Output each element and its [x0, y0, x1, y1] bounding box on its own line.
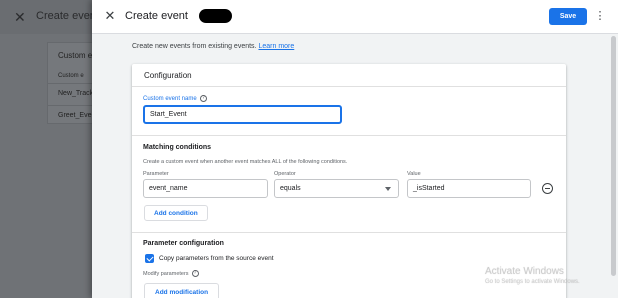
- value-input[interactable]: _isStarted: [407, 179, 531, 198]
- chevron-down-icon: [385, 187, 391, 191]
- intro-text: Create new events from existing events. …: [132, 43, 294, 50]
- matching-conditions-title: Matching conditions: [143, 144, 212, 151]
- configuration-card: Configuration Custom event name? Start_E…: [132, 64, 566, 298]
- intro-description: Create new events from existing events.: [132, 43, 257, 50]
- value-column-label: Value: [407, 171, 421, 177]
- activate-windows-watermark: Activate Windows Go to Settings to activ…: [485, 266, 580, 285]
- operator-value: equals: [280, 185, 301, 192]
- custom-event-name-label-text: Custom event name: [143, 96, 197, 103]
- background-card-title: Custom e: [58, 51, 93, 60]
- parameter-value: event_name: [149, 185, 188, 192]
- add-modification-button[interactable]: Add modification: [144, 283, 220, 298]
- matching-conditions-description: Create a custom event when another event…: [143, 159, 348, 165]
- custom-event-name-value: Start_Event: [150, 111, 187, 118]
- more-vert-icon[interactable]: ⋮: [594, 8, 606, 24]
- parameter-input[interactable]: event_name: [143, 179, 268, 198]
- background-close-icon: ✕: [14, 9, 26, 25]
- modify-parameters-label: Modify parameters?: [143, 270, 199, 277]
- custom-event-name-label: Custom event name?: [143, 95, 207, 102]
- help-icon[interactable]: ?: [191, 270, 199, 277]
- configuration-title: Configuration: [144, 71, 192, 80]
- watermark-title: Activate Windows: [485, 266, 564, 277]
- condition-value: _isStarted: [413, 185, 445, 192]
- copy-parameters-label: Copy parameters from the source event: [159, 255, 274, 262]
- save-button[interactable]: Save: [549, 8, 587, 25]
- modify-parameters-label-text: Modify parameters: [143, 270, 189, 277]
- operator-column-label: Operator: [274, 171, 296, 177]
- divider: [132, 232, 566, 233]
- drawer-title: Create event: [125, 10, 188, 22]
- copy-parameters-checkbox[interactable]: [145, 254, 154, 263]
- watermark-subtitle: Go to Settings to activate Windows.: [485, 279, 580, 285]
- redacted-property-name: [199, 9, 232, 23]
- divider: [132, 135, 566, 136]
- custom-event-name-input[interactable]: Start_Event: [143, 105, 342, 124]
- background-row-label: New_Tracki: [58, 90, 95, 97]
- learn-more-link[interactable]: Learn more: [258, 43, 294, 50]
- parameter-configuration-title: Parameter configuration: [143, 240, 224, 247]
- operator-select[interactable]: equals: [274, 179, 399, 198]
- parameter-column-label: Parameter: [143, 171, 169, 177]
- add-condition-button[interactable]: Add condition: [144, 205, 208, 221]
- scrollbar-thumb[interactable]: [611, 36, 616, 276]
- remove-condition-icon[interactable]: [542, 183, 553, 194]
- create-event-drawer: ✕ Create event Save ⋮ Create new events …: [92, 0, 618, 298]
- divider: [132, 86, 566, 87]
- drawer-header: ✕ Create event Save ⋮: [92, 0, 618, 34]
- help-icon[interactable]: ?: [199, 95, 207, 102]
- close-icon[interactable]: ✕: [102, 8, 118, 24]
- background-card-column: Custom e: [58, 73, 84, 79]
